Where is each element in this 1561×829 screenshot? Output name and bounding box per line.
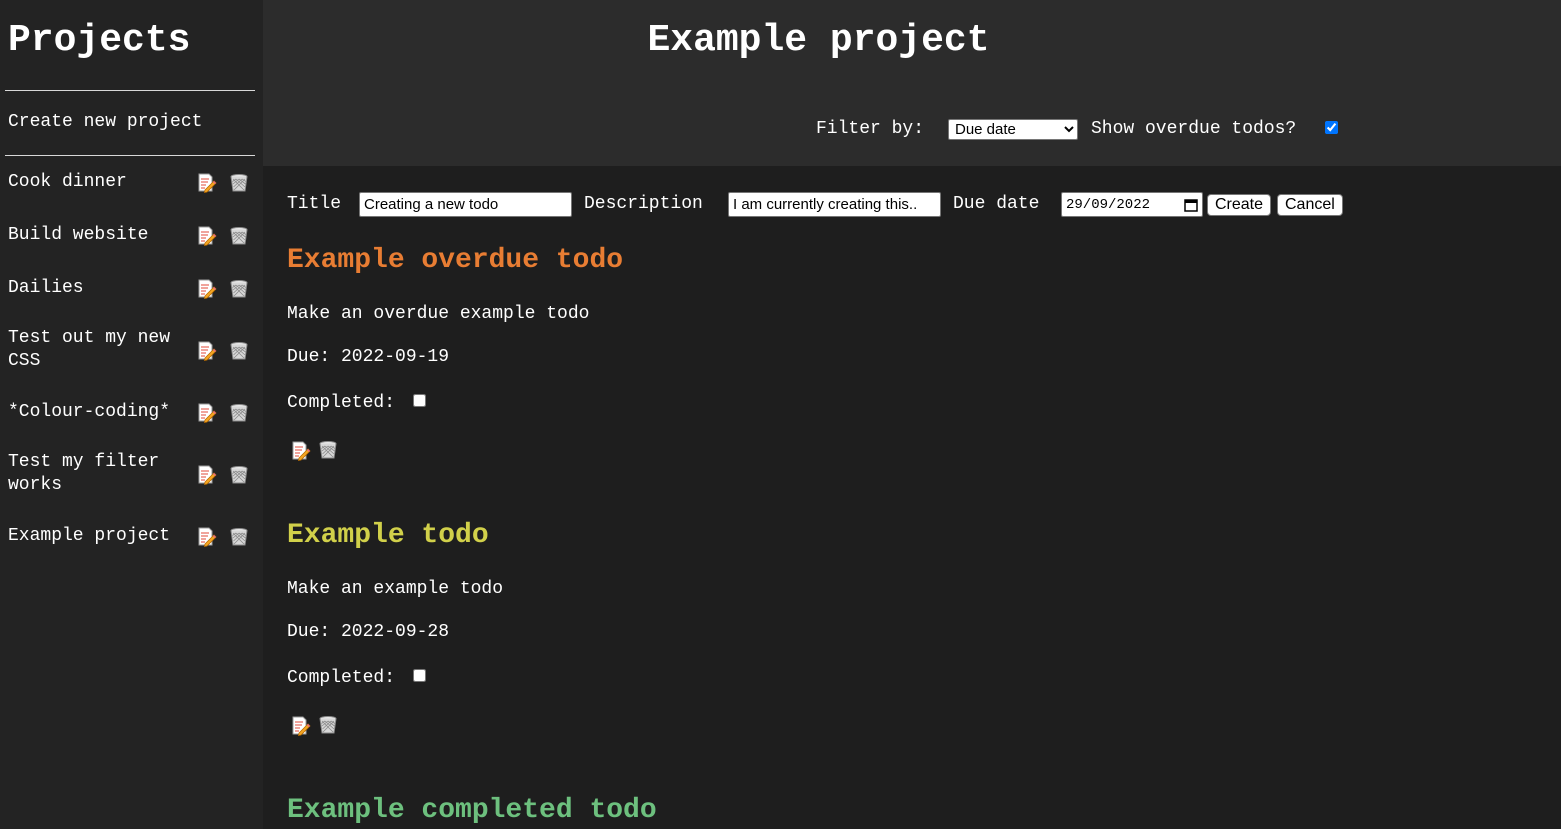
delete-icon[interactable] [229,226,249,246]
edit-icon[interactable] [197,173,217,193]
todo-description: Make an example todo [287,579,504,599]
project-label: Test out my new CSS [8,328,171,371]
description-label: Description [584,194,703,214]
todo-title: Example todo [287,520,489,551]
edit-icon[interactable] [197,279,217,299]
todo-completed-checkbox[interactable] [413,669,426,682]
overdue-label: Show overdue todos? [1091,119,1297,139]
due-date-value: 29/09/2022 [1066,196,1151,213]
project-label: Cook dinner [8,172,127,192]
todo-description: Make an overdue example todo [287,304,590,324]
project-label: Test my filter works [8,452,160,495]
delete-icon[interactable] [229,403,249,423]
create-button[interactable]: Create [1207,194,1272,216]
todo-title-completed: Example completed todo [287,795,657,826]
calendar-icon[interactable] [1184,198,1198,212]
sidebar-divider [5,155,255,156]
title-label: Title [287,194,342,214]
delete-icon[interactable] [229,279,249,299]
page-title: Example project [647,19,990,62]
project-label: *Colour-coding* [8,402,171,422]
due-date-label: Due date [953,194,1040,214]
edit-icon[interactable] [197,403,217,423]
delete-icon[interactable] [318,715,338,735]
todo-title-overdue: Example overdue todo [287,245,624,276]
filter-label: Filter by: [816,119,925,139]
description-input[interactable]: I am currently creating this.. [728,192,941,217]
delete-icon[interactable] [229,465,249,485]
delete-icon[interactable] [318,440,338,460]
delete-icon[interactable] [229,527,249,547]
edit-icon[interactable] [197,465,217,485]
todo-completed-checkbox[interactable] [413,394,426,407]
project-label: Dailies [8,278,84,298]
todo-completed-label: Completed: [287,393,396,413]
edit-icon[interactable] [197,527,217,547]
show-overdue-checkbox[interactable] [1325,121,1338,134]
delete-icon[interactable] [229,173,249,193]
edit-icon[interactable] [197,226,217,246]
todo-completed-label: Completed: [287,668,396,688]
edit-icon[interactable] [291,441,311,461]
edit-icon[interactable] [291,716,311,736]
sidebar: Projects Create new project Cook dinner … [0,0,263,829]
project-label: Build website [8,225,149,245]
title-input[interactable]: Creating a new todo [359,192,572,217]
create-project-button[interactable]: Create new project [8,110,202,134]
cancel-button[interactable]: Cancel [1277,194,1343,216]
filter-select[interactable]: Due date [948,119,1078,140]
delete-icon[interactable] [229,341,249,361]
todo-due-date: Due: 2022-09-28 [287,622,450,642]
project-label: Example project [8,526,171,546]
sidebar-divider [5,90,255,91]
todo-due-date: Due: 2022-09-19 [287,347,450,367]
due-date-input[interactable]: 29/09/2022 [1061,192,1203,217]
edit-icon[interactable] [197,341,217,361]
